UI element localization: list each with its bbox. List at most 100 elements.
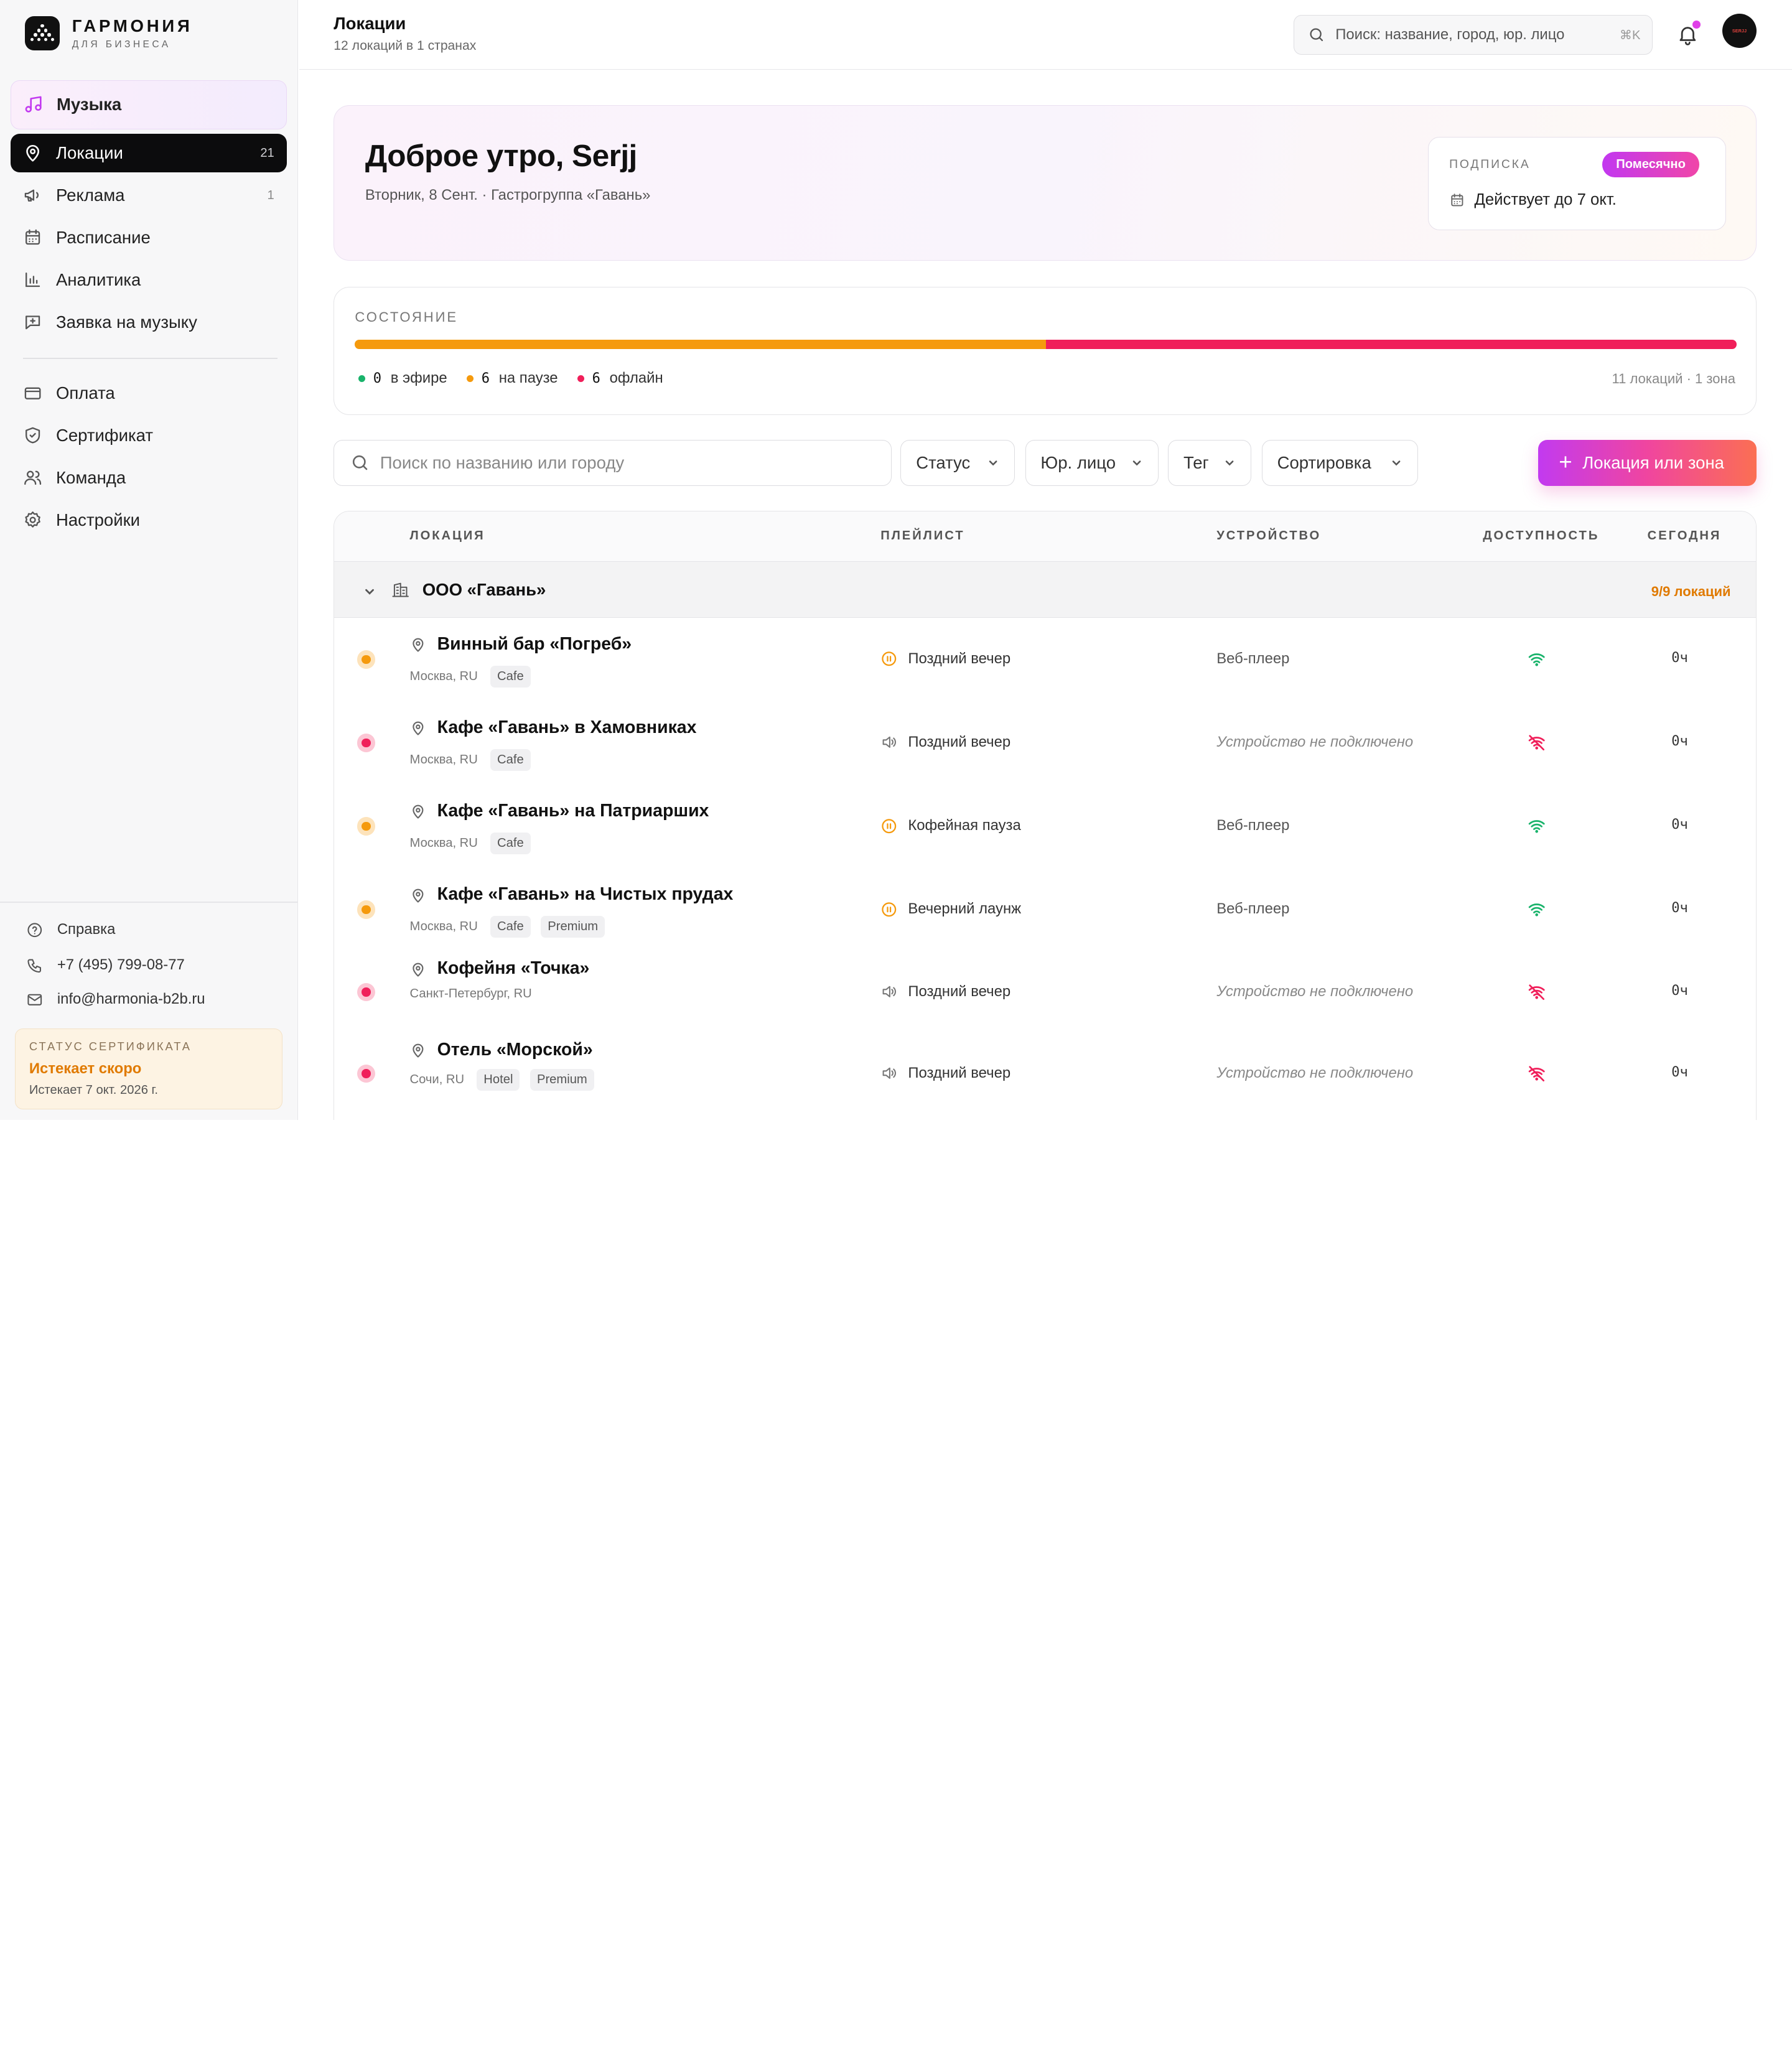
wifi-icon [1528,650,1546,668]
map-pin-icon [26,144,39,162]
column-header-availability[interactable]: ДОСТУПНОСТЬ [1483,529,1599,543]
playlist-cell[interactable]: Поздний вечер [880,650,1010,668]
shield-icon [25,427,40,444]
location-name[interactable]: Кафе «Гавань» в Хамовниках [437,717,697,738]
subscription-card[interactable]: ПОДПИСКА Помесячно Действует до 7 окт. [1428,136,1727,231]
playlist-cell[interactable]: Кофейная пауза [880,817,1021,834]
gear-icon [25,511,40,528]
add-location-label: Локация или зона [1582,452,1724,472]
legal-entity-filter-dropdown[interactable]: Юр. лицо [1025,440,1159,486]
calendar-icon [25,230,40,245]
sidebar-item-ads[interactable]: Реклама 1 [11,176,287,215]
playlist-cell[interactable]: Вечерний лаунж [880,900,1021,918]
location-meta: Москва, RU Cafe Premium [410,916,605,938]
sidebar-item-analytics[interactable]: Аналитика [11,261,287,299]
building-icon [392,582,409,597]
legend-on-air[interactable]: 0 в эфире [358,370,447,387]
column-header-device[interactable]: УСТРОЙСТВО [1216,529,1321,543]
pause-circle-icon [880,650,908,668]
map-pin-icon [410,721,426,737]
pause-circle-icon [880,818,908,835]
location-meta: Москва, RU Cafe [410,749,531,771]
location-city: Москва, RU [409,836,478,851]
location-tag[interactable]: Hotel [477,1069,520,1091]
sort-dropdown[interactable]: Сортировка [1261,440,1419,486]
certificate-status-card[interactable]: СТАТУС СЕРТИФИКАТА Истекает скоро Истека… [14,1028,282,1110]
playlist-name: Вечерний лаунж [908,900,1022,918]
brand[interactable]: ГАРМОНИЯ ДЛЯ БИЗНЕСА [25,16,192,51]
legend-paused[interactable]: 6 на паузе [466,370,558,387]
search-icon [352,455,368,470]
add-location-button[interactable]: + Локация или зона [1538,440,1757,486]
location-name[interactable]: Кофейня «Точка» [437,958,590,979]
sidebar-footer-divider [0,902,299,903]
group-row[interactable]: ООО «Гавань» 9/9 локаций [334,561,1756,618]
legend-count: 6 [481,370,490,386]
legend-offline[interactable]: 6 офлайн [577,370,663,387]
sidebar-item-label: Музыка [56,95,122,114]
sidebar-item-settings[interactable]: Настройки [11,500,287,539]
table-row[interactable]: Кафе «Гавань» в Хамовниках Москва, RU Caf… [334,701,1756,785]
playlist-name: Поздний вечер [908,1064,1011,1081]
sidebar-item-certificate[interactable]: Сертификат [11,416,287,455]
bar-chart-icon [25,273,40,287]
status-bar-offline [1045,340,1737,350]
column-header-location[interactable]: ЛОКАЦИЯ [410,529,485,543]
location-name[interactable]: Винный бар «Погреб» [437,634,632,655]
location-tag[interactable]: Premium [530,1069,594,1091]
playlist-cell[interactable]: Поздний вечер [880,1065,1010,1082]
top-header: Локации 12 локаций в 1 странах Поиск: на… [299,0,1792,70]
device-cell: Веб-плеер [1216,900,1290,918]
sidebar-item-payment[interactable]: Оплата [11,374,287,413]
sidebar-item-label: Аналитика [55,269,141,289]
sidebar-item-label: Расписание [55,228,151,248]
table-row[interactable]: Кофейня «Точка» Санкт-Петербург, RU Позд… [334,951,1756,1032]
email-link[interactable]: info@harmonia-b2b.ru [26,991,205,1008]
status-meta: 11 локаций · 1 зона [1612,371,1735,387]
playlist-cell[interactable]: Поздний вечер [880,983,1010,1001]
map-pin-icon [410,804,426,820]
table-row[interactable]: Винный бар «Погреб» Москва, RU Cafe Поздн… [334,618,1756,701]
playlist-cell[interactable]: Поздний вечер [880,734,1010,751]
group-count: 9/9 локаций [1651,583,1731,599]
legend-label: на паузе [498,370,558,387]
users-icon [24,470,41,485]
locations-search-input[interactable]: Поиск по названию или городу [334,440,892,486]
table-row[interactable]: Кафе «Гавань» на Патриарших Москва, RU Ca… [334,785,1756,868]
location-tag[interactable]: Premium [541,916,605,938]
sidebar-item-schedule[interactable]: Расписание [11,218,287,257]
phone-link[interactable]: +7 (495) 799-08-77 [26,956,185,974]
device-cell: Устройство не подключено [1216,734,1414,751]
wifi-off-icon [1528,734,1546,752]
location-name[interactable]: Отель «Морской» [437,1040,593,1060]
avatar[interactable]: SERJJ [1722,14,1757,49]
location-tag[interactable]: Cafe [490,833,531,854]
map-pin-icon [410,1043,426,1059]
column-header-playlist[interactable]: ПЛЕЙЛИСТ [880,529,964,543]
status-filter-dropdown[interactable]: Статус [900,440,1015,486]
notification-dot [1692,21,1701,29]
global-search-input[interactable]: Поиск: название, город, юр. лицо ⌘K [1294,14,1653,55]
dropdown-label: Статус [916,452,971,472]
table-row[interactable]: Кафе «Гавань» на Чистых прудах Москва, R… [334,868,1756,951]
location-tag[interactable]: Cafe [490,916,531,938]
chevron-down-icon [1225,460,1234,466]
help-link[interactable]: Справка [26,921,115,938]
sidebar-item-team[interactable]: Команда [11,459,287,497]
today-duration: 0ч [1671,982,1688,999]
location-name[interactable]: Кафе «Гавань» на Чистых прудах [437,884,734,905]
greeting-title: Доброе утро, Serjj [365,138,637,174]
location-tag[interactable]: Cafe [490,749,531,771]
table-row[interactable]: Отель «Морской» Сочи, RU Hotel Premium Поз… [334,1033,1756,1115]
column-header-today[interactable]: СЕГОДНЯ [1648,529,1722,543]
sidebar-item-music[interactable]: Музыка [10,80,287,129]
location-tag[interactable]: Cafe [490,665,531,688]
location-name[interactable]: Кафе «Гавань» на Патриарших [437,801,709,821]
certificate-status-caption: СТАТУС СЕРТИФИКАТА [29,1039,192,1053]
sidebar-item-locations[interactable]: Локации 21 [10,133,287,173]
tag-filter-dropdown[interactable]: Тег [1168,440,1252,486]
location-meta: Сочи, RU Hotel Premium [410,1069,594,1091]
greeting-card: Доброе утро, Serjj Вторник, 8 Сент. · Га… [334,105,1757,261]
chevron-down-icon[interactable] [363,585,376,599]
sidebar-item-music-request[interactable]: Заявка на музыку [11,303,287,342]
